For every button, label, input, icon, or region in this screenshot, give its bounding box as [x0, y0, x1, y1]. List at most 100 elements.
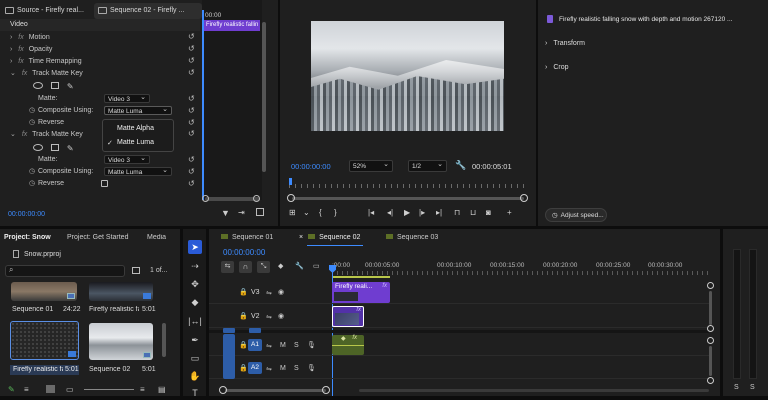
zoom-slider[interactable]	[84, 389, 134, 390]
vscroll-handle[interactable]	[707, 337, 714, 344]
effect-row-time-remapping[interactable]: › fx Time Remapping	[0, 56, 200, 68]
collapse-chevron-icon[interactable]: ⌄	[10, 131, 16, 138]
snap-icon[interactable]: ∩	[239, 261, 252, 273]
tab-project-get-started[interactable]: Project: Get Started	[67, 234, 128, 241]
collapse-chevron-icon[interactable]: ⌄	[10, 70, 16, 77]
reset-icon[interactable]: ↺	[188, 167, 195, 176]
pen-tool-icon[interactable]: ✒	[188, 333, 202, 347]
mini-clip[interactable]: Firefly realistic fallin	[204, 20, 260, 31]
thumb-firefly-2[interactable]	[10, 321, 79, 360]
thumb-firefly-1[interactable]	[89, 282, 153, 301]
reset-icon[interactable]: ↺	[188, 44, 195, 53]
search-input[interactable]: ⌕	[5, 265, 125, 277]
solo-button[interactable]: S	[294, 365, 299, 372]
wrench-icon[interactable]: 🔧	[455, 160, 466, 171]
v1-target[interactable]	[249, 328, 261, 333]
pencil-icon[interactable]: ✎	[8, 385, 15, 394]
program-scroll-handle-left[interactable]	[287, 194, 295, 202]
rectangle-tool-icon[interactable]: ▭	[188, 351, 202, 365]
vscroll-handle[interactable]	[707, 377, 714, 384]
meter-solo-left[interactable]: S	[734, 384, 739, 391]
eye-icon[interactable]: ◉	[278, 288, 284, 296]
settings-icon[interactable]: ⇥	[238, 208, 245, 217]
chevron-down-icon[interactable]: ⌄	[303, 208, 310, 217]
menu-item-matte-luma[interactable]: Matte Luma	[117, 139, 154, 146]
pen-mask-icon[interactable]: ✎	[67, 145, 74, 153]
effect-row-opacity[interactable]: › fx Opacity	[0, 44, 200, 56]
expand-chevron-icon[interactable]: ›	[10, 34, 12, 41]
selection-tool-icon[interactable]: ➤	[188, 240, 202, 254]
ellipse-mask-icon[interactable]	[33, 82, 43, 89]
step-back-icon[interactable]: ◂|	[387, 208, 393, 217]
zoom-dropdown[interactable]: 52%	[349, 159, 393, 172]
a1-source-strip[interactable]	[223, 334, 235, 379]
sync-lock-icon[interactable]: ⇋	[266, 289, 272, 297]
new-bin-icon[interactable]	[132, 267, 140, 274]
mute-button[interactable]: M	[280, 342, 286, 349]
meter-solo-right[interactable]: S	[750, 384, 755, 391]
clip-v3[interactable]: Firefly reali... fx	[332, 282, 390, 303]
effect-row-motion[interactable]: › fx Motion	[0, 32, 200, 44]
tab-source[interactable]: Source - Firefly real...	[5, 4, 91, 18]
program-timecode[interactable]: 00:00:00:00	[291, 162, 331, 171]
reset-icon[interactable]: ↺	[188, 155, 195, 164]
composite-dropdown-2[interactable]: Matte Luma	[104, 166, 172, 176]
a2-target-button[interactable]: A2	[248, 362, 262, 374]
tab-sequence-01[interactable]: Sequence 01	[221, 234, 273, 241]
a1-target-button[interactable]: A1	[248, 339, 262, 351]
menu-item-matte-alpha[interactable]: Matte Alpha	[117, 125, 154, 132]
tab-media[interactable]: Media	[147, 234, 177, 241]
add-button-icon[interactable]: +	[507, 208, 512, 217]
tab-sequence[interactable]: Sequence 02 - Firefly ...	[94, 3, 202, 19]
mute-button[interactable]: M	[280, 365, 286, 372]
linked-selection-icon[interactable]: ⤡	[257, 261, 270, 273]
ellipse-mask-icon[interactable]	[33, 144, 43, 151]
effect-row-track-matte[interactable]: ⌄ fx Track Matte Key	[0, 68, 200, 80]
vscroll-handle[interactable]	[707, 325, 714, 332]
go-to-in-icon[interactable]: |◂	[368, 208, 374, 217]
hand-tool-icon[interactable]: ✋	[188, 369, 202, 383]
reset-icon[interactable]: ↺	[188, 94, 195, 103]
timeline-hscroll[interactable]	[225, 389, 326, 392]
clip-v2[interactable]: fx	[332, 306, 364, 327]
section-crop[interactable]: › Crop	[545, 64, 569, 71]
project-scrollbar[interactable]	[162, 323, 166, 357]
tab-sequence-02[interactable]: × Sequence 02	[299, 234, 360, 241]
safe-margins-icon[interactable]: ⊞	[289, 208, 296, 217]
close-icon[interactable]: ×	[299, 234, 303, 241]
folder-icon[interactable]: ▤	[158, 385, 166, 394]
tab-sequence-03[interactable]: Sequence 03	[386, 234, 438, 241]
clip-a1[interactable]: ◆ fx	[332, 335, 364, 355]
vscroll-bar[interactable]	[709, 291, 712, 325]
type-tool-icon[interactable]: T	[188, 386, 202, 400]
add-marker-icon[interactable]: ◆	[278, 261, 283, 273]
v1-source-patch[interactable]	[223, 328, 235, 333]
rectangle-mask-icon[interactable]	[50, 82, 59, 89]
matte-dropdown-2[interactable]: Video 3	[104, 154, 150, 164]
microphone-icon[interactable]: 🎙	[307, 364, 316, 372]
eye-icon[interactable]: ◉	[278, 312, 284, 320]
reset-icon[interactable]: ↺	[188, 56, 195, 65]
wrench-icon[interactable]: 🔧	[295, 261, 304, 273]
vscroll-bar[interactable]	[709, 346, 712, 376]
lock-icon[interactable]: 🔒	[239, 364, 248, 372]
slip-tool-icon[interactable]: |↔|	[188, 314, 202, 328]
go-to-out-icon[interactable]: ▸|	[436, 208, 442, 217]
timeline-ruler[interactable]: :00:00 00:00:05:00 00:00:10:00 00:00:15:…	[332, 262, 712, 276]
expand-chevron-icon[interactable]: ›	[10, 46, 12, 53]
lift-icon[interactable]: ⊓	[454, 208, 460, 217]
play-icon[interactable]: ▶	[404, 208, 410, 217]
program-scroll-handle-right[interactable]	[520, 194, 528, 202]
hscroll-handle-left[interactable]	[219, 386, 227, 394]
tab-project-snow[interactable]: Project: Snow	[4, 234, 51, 241]
sync-lock-icon[interactable]: ⇋	[266, 342, 272, 350]
reset-icon[interactable]: ↺	[188, 129, 195, 138]
sync-lock-icon[interactable]: ⇋	[266, 365, 272, 373]
sync-lock-icon[interactable]: ⇋	[266, 313, 272, 321]
filter-icon[interactable]: ▼	[221, 208, 230, 218]
reset-icon[interactable]: ↺	[188, 32, 195, 41]
insert-sequence-icon[interactable]: ⇆	[221, 261, 234, 273]
mark-in-icon[interactable]: {	[319, 208, 322, 217]
program-ruler[interactable]	[289, 180, 527, 188]
mark-out-icon[interactable]: }	[334, 208, 337, 217]
